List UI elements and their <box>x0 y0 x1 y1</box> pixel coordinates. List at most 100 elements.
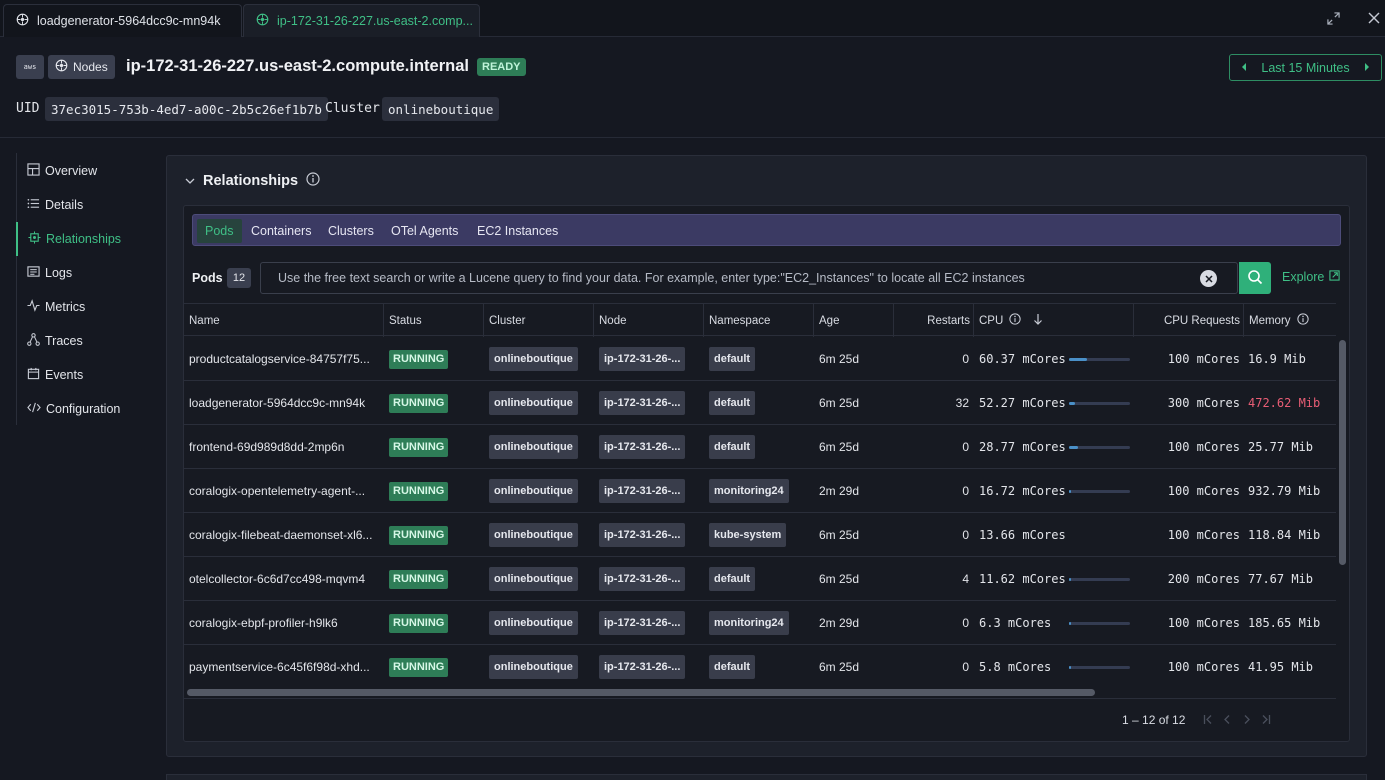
cell-namespace: default <box>709 337 809 381</box>
cell-memory: 118.84 Mib <box>1248 513 1336 557</box>
sidebar-item-configuration[interactable]: Configuration <box>17 392 157 426</box>
cell-node[interactable]: ip-172-31-26-... <box>599 337 699 381</box>
column-label: CPU Requests <box>1163 314 1240 327</box>
chevron-left-icon[interactable] <box>1240 61 1248 75</box>
cell-age-text: 6m 25d <box>819 528 860 542</box>
table-row[interactable]: frontend-69d989d8dd-2mp6n RUNNING onlinebo… <box>184 425 1336 469</box>
cell-node[interactable]: ip-172-31-26-... <box>599 601 699 645</box>
column-cpu[interactable]: CPU <box>973 304 1133 337</box>
info-icon[interactable] <box>306 172 320 190</box>
cell-age-text: 6m 25d <box>819 440 860 454</box>
cell-node[interactable]: ip-172-31-26-... <box>599 425 699 469</box>
info-icon[interactable] <box>1296 313 1309 328</box>
column-age[interactable]: Age <box>813 304 893 337</box>
tab-ec2-instances[interactable]: EC2 Instances <box>469 219 566 243</box>
sidebar-item-overview[interactable]: Overview <box>17 154 157 188</box>
node-tag[interactable]: ip-172-31-26-... <box>599 435 686 459</box>
namespace-tag: kube-system <box>709 523 787 547</box>
sidebar-item-events[interactable]: Events <box>17 358 157 392</box>
tab-clusters[interactable]: Clusters <box>320 219 382 243</box>
tab-loadgenerator[interactable]: loadgenerator-5964dcc9c-mn94k <box>3 4 242 37</box>
time-range-label[interactable]: Last 15 Minutes <box>1261 61 1349 75</box>
node-tag[interactable]: ip-172-31-26-... <box>599 523 686 547</box>
node-tag[interactable]: ip-172-31-26-... <box>599 391 686 415</box>
sidebar-item-label: Metrics <box>45 300 86 314</box>
sort-descending-icon[interactable] <box>1033 313 1043 328</box>
cell-cpu: 11.62 mCores <box>979 557 1131 601</box>
cpu-usage-bar <box>1069 402 1130 405</box>
cell-memory: 41.95 Mib <box>1248 645 1336 686</box>
next-page-icon[interactable] <box>1240 711 1254 727</box>
table-row[interactable]: coralogix-opentelemetry-agent-... RUNNING… <box>184 469 1336 513</box>
vertical-scrollbar-thumb[interactable] <box>1339 340 1346 565</box>
column-restarts[interactable]: Restarts <box>893 304 973 337</box>
relationships-icon <box>28 231 41 247</box>
node-tag[interactable]: ip-172-31-26-... <box>599 479 686 503</box>
cell-cpu-requests-text: 100 mCores <box>1167 528 1240 542</box>
cell-cluster: onlineboutique <box>489 425 589 469</box>
cell-status: RUNNING <box>389 425 479 469</box>
table-row[interactable]: coralogix-ebpf-profiler-h9lk6 RUNNING onli… <box>184 601 1336 645</box>
close-icon[interactable] <box>1366 10 1382 26</box>
tab-node[interactable]: ip-172-31-26-227.us-east-2.comp... <box>243 4 480 37</box>
cell-restarts-text: 0 <box>962 484 969 498</box>
cell-name: productcatalogservice-84757f75... <box>189 337 381 381</box>
sidebar-item-metrics[interactable]: Metrics <box>17 290 157 324</box>
column-memory[interactable]: Memory <box>1243 304 1336 337</box>
tab-pods[interactable]: Pods <box>197 219 242 243</box>
explore-link[interactable]: Explore <box>1282 270 1341 284</box>
column-cpu-requests[interactable]: CPU Requests <box>1133 304 1243 337</box>
namespace-tag: default <box>709 435 756 459</box>
node-tag[interactable]: ip-172-31-26-... <box>599 611 686 635</box>
chevron-down-icon[interactable] <box>185 173 195 189</box>
expand-icon[interactable] <box>1325 10 1341 26</box>
node-tag[interactable]: ip-172-31-26-... <box>599 655 686 679</box>
cell-node[interactable]: ip-172-31-26-... <box>599 513 699 557</box>
previous-page-icon[interactable] <box>1220 711 1234 727</box>
sidebar-item-logs[interactable]: Logs <box>17 256 157 290</box>
node-tag[interactable]: ip-172-31-26-... <box>599 347 686 371</box>
cell-node[interactable]: ip-172-31-26-... <box>599 469 699 513</box>
sidebar-item-relationships[interactable]: Relationships <box>16 222 156 256</box>
cell-cpu-requests-text: 100 mCores <box>1167 616 1240 630</box>
cell-age-text: 6m 25d <box>819 352 860 366</box>
tab-otel-agents[interactable]: OTel Agents <box>383 219 466 243</box>
info-icon[interactable] <box>1009 313 1021 328</box>
cell-cpu: 13.66 mCores <box>979 513 1131 557</box>
tab-containers[interactable]: Containers <box>243 219 319 243</box>
cell-node[interactable]: ip-172-31-26-... <box>599 557 699 601</box>
sidebar-item-traces[interactable]: Traces <box>17 324 157 358</box>
table-row[interactable]: loadgenerator-5964dcc9c-mn94k RUNNING onli… <box>184 381 1336 425</box>
column-cluster[interactable]: Cluster <box>483 304 593 337</box>
cpu-value: 5.8 mCores <box>979 660 1052 674</box>
time-range-picker[interactable]: Last 15 Minutes <box>1229 54 1382 81</box>
cell-restarts: 0 <box>893 337 969 381</box>
table-row[interactable]: coralogix-filebeat-daemonset-xl6... RUNNI… <box>184 513 1336 557</box>
clear-search-icon[interactable] <box>1200 270 1217 287</box>
status-badge: READY <box>477 58 526 76</box>
first-page-icon[interactable] <box>1201 711 1215 727</box>
column-node[interactable]: Node <box>593 304 703 337</box>
search-input[interactable]: Use the free text search or write a Luce… <box>260 262 1238 294</box>
column-status[interactable]: Status <box>383 304 483 337</box>
nodes-button[interactable]: Nodes <box>48 55 115 79</box>
sidebar-item-label: Traces <box>45 334 83 348</box>
cell-restarts-text: 0 <box>962 440 969 454</box>
column-name[interactable]: Name <box>184 304 383 337</box>
chevron-right-icon[interactable] <box>1363 61 1371 75</box>
table-row[interactable]: otelcollector-6c6d7cc498-mqvm4 RUNNING onl… <box>184 557 1336 601</box>
table-row[interactable]: productcatalogservice-84757f75... RUNNING… <box>184 337 1336 381</box>
cell-node[interactable]: ip-172-31-26-... <box>599 381 699 425</box>
sidebar-item-details[interactable]: Details <box>17 188 157 222</box>
horizontal-scrollbar-thumb[interactable] <box>187 689 1095 696</box>
cell-name-text: frontend-69d989d8dd-2mp6n <box>189 440 345 454</box>
search-button[interactable] <box>1239 262 1271 294</box>
kubernetes-icon <box>55 59 68 75</box>
table-row[interactable]: paymentservice-6c45f6f98d-xhd... RUNNING o… <box>184 645 1336 686</box>
cell-node[interactable]: ip-172-31-26-... <box>599 645 699 686</box>
cell-cpu-requests-text: 200 mCores <box>1167 572 1240 586</box>
relationships-header[interactable]: Relationships <box>185 172 320 190</box>
column-namespace[interactable]: Namespace <box>703 304 813 337</box>
last-page-icon[interactable] <box>1258 711 1272 727</box>
node-tag[interactable]: ip-172-31-26-... <box>599 567 686 591</box>
